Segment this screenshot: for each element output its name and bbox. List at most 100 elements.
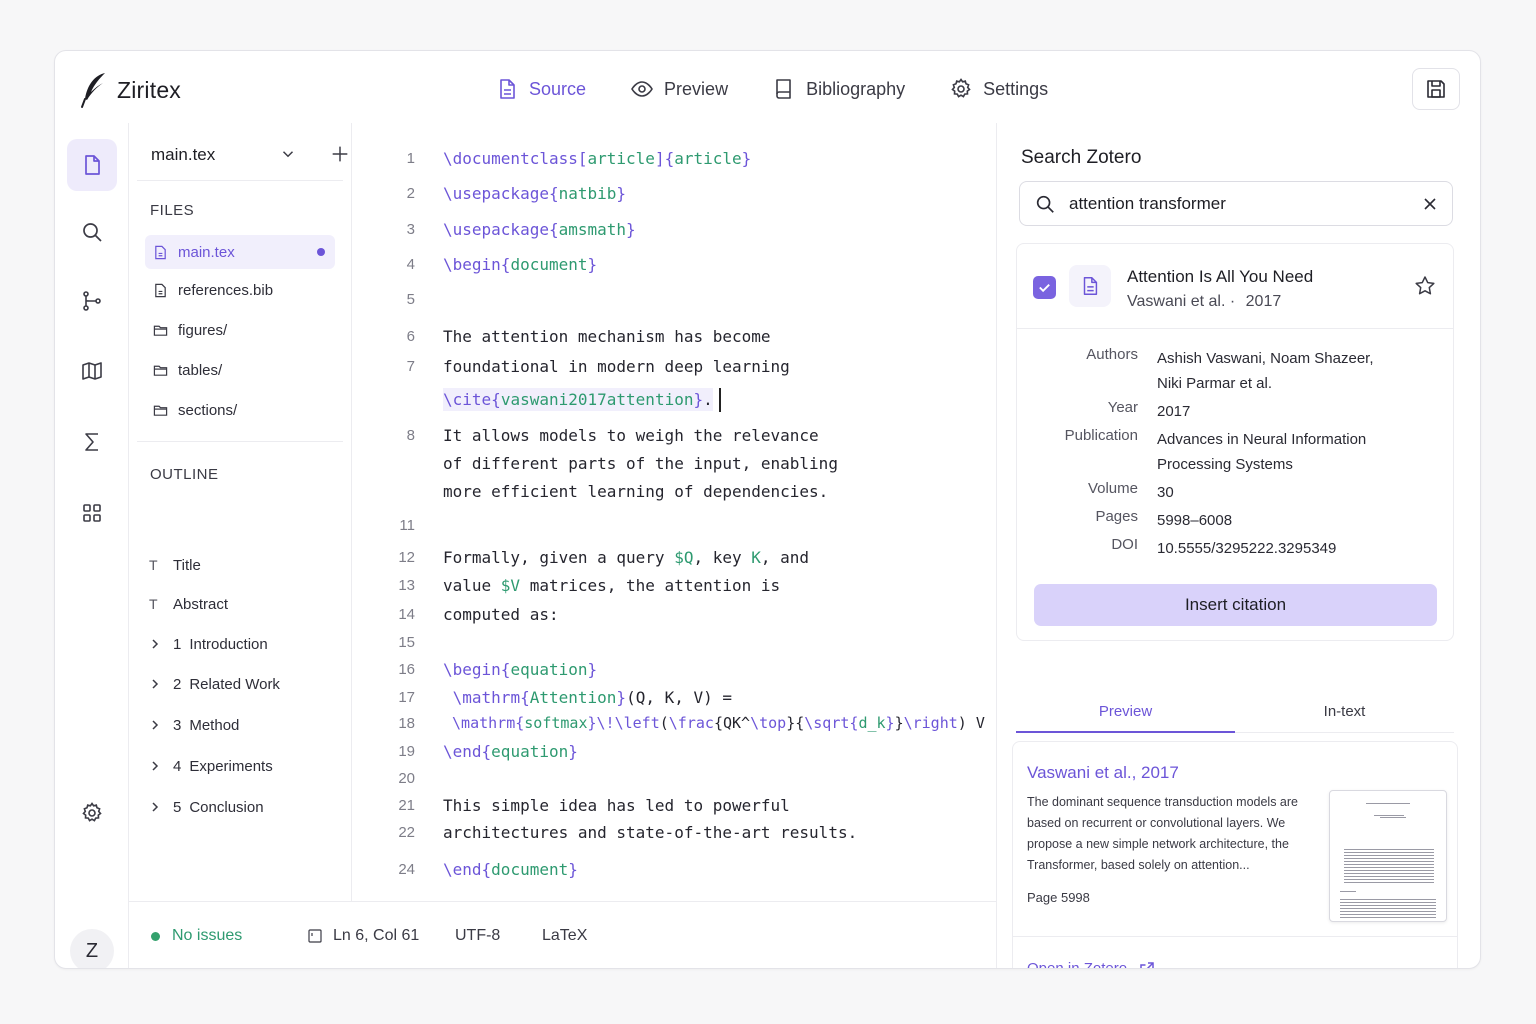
status-bar: No issues Ln 6, Col 61 UTF-8 LaTeX: [129, 901, 996, 968]
outline-type-marker: T: [149, 596, 158, 612]
code-line[interactable]: \begin{document}: [443, 255, 597, 274]
tab-label: Preview: [664, 78, 729, 99]
avatar[interactable]: Z: [70, 929, 114, 968]
files-icon: [85, 155, 100, 175]
rail-map-button[interactable]: [67, 345, 117, 397]
file-item-main-tex[interactable]: main.tex: [145, 235, 335, 269]
result-checkbox[interactable]: [1033, 276, 1056, 299]
outline-item-method[interactable]: 3 Method: [149, 712, 239, 738]
thumbnail-text-line: [1374, 815, 1404, 816]
zotero-search[interactable]: attention transformer: [1019, 181, 1453, 226]
add-file-icon[interactable]: [329, 143, 351, 165]
thumbnail-text-line: [1340, 917, 1436, 918]
file-item-sections[interactable]: sections/: [145, 393, 335, 427]
code-line[interactable]: Formally, given a query $Q, key K, and: [443, 548, 809, 567]
section-number: 3: [173, 716, 182, 734]
tab-in-text[interactable]: In-text: [1235, 701, 1454, 733]
thumbnail-text-line: [1344, 867, 1434, 868]
chevron-down-icon[interactable]: [279, 145, 297, 163]
outline-item-title[interactable]: T Title: [149, 552, 201, 578]
tab-bibliography[interactable]: Bibliography: [772, 73, 905, 105]
file-selector[interactable]: main.tex: [151, 141, 351, 169]
code-line[interactable]: \cite{vaswani2017attention}.: [443, 387, 721, 412]
divider: [137, 180, 343, 181]
code-editor[interactable]: 1 \documentclass[article]{article} 2 \usepa…: [353, 123, 995, 901]
rail-search-button[interactable]: [67, 206, 117, 258]
top-bar: Ziritex Source Preview Bibliography Sett…: [55, 51, 1480, 123]
app-window: Ziritex Source Preview Bibliography Sett…: [54, 50, 1481, 969]
tab-preview[interactable]: Preview: [630, 73, 728, 105]
star-icon[interactable]: [1413, 274, 1437, 298]
code-line[interactable]: \usepackage{amsmath}: [443, 220, 636, 239]
outline-item-introduction[interactable]: 1 Introduction: [149, 631, 268, 657]
chevron-right-icon[interactable]: [149, 678, 161, 690]
issues-status[interactable]: No issues: [151, 927, 242, 945]
code-line[interactable]: \end{document}: [443, 860, 578, 879]
tab-settings[interactable]: Settings: [949, 73, 1048, 105]
code-line[interactable]: computed as:: [443, 605, 559, 624]
chevron-right-icon[interactable]: [149, 638, 161, 650]
code-line[interactable]: \mathrm{Attention}(Q, K, V) =: [443, 688, 732, 707]
chevron-right-icon[interactable]: [149, 801, 161, 813]
search-input[interactable]: attention transformer: [1069, 194, 1226, 214]
rail-files-button[interactable]: [67, 139, 117, 191]
insert-citation-button[interactable]: Insert citation: [1034, 584, 1437, 626]
code-line[interactable]: \documentclass[article]{article}: [443, 149, 751, 168]
result-year: 2017: [1245, 293, 1282, 310]
rail-git-button[interactable]: [67, 275, 117, 327]
paper-thumbnail[interactable]: [1329, 790, 1447, 922]
rail-math-button[interactable]: [67, 416, 117, 468]
section-number: 4: [173, 757, 182, 775]
code-line[interactable]: foundational in modern deep learning: [443, 357, 790, 376]
outline-label: Introduction: [189, 635, 268, 653]
preview-citation[interactable]: Vaswani et al., 2017: [1027, 763, 1179, 783]
grid-icon: [83, 504, 101, 522]
code-line[interactable]: \usepackage{natbib}: [443, 184, 626, 203]
file-item-figures[interactable]: figures/: [145, 313, 335, 347]
thumbnail-text-line: [1340, 911, 1436, 912]
line-number: 16: [398, 661, 415, 678]
line-number: 3: [406, 221, 415, 238]
rail-settings-button[interactable]: [67, 787, 117, 839]
line-number: 11: [399, 517, 415, 534]
line-number: 22: [398, 824, 415, 841]
outline-item-related-work[interactable]: 2 Related Work: [149, 671, 280, 697]
code-line[interactable]: \mathrm{softmax}\!\left(\frac{QK^\top}{\…: [443, 714, 985, 732]
save-button[interactable]: [1412, 68, 1460, 110]
code-line[interactable]: of different parts of the input, enablin…: [443, 454, 838, 473]
chevron-right-icon[interactable]: [149, 719, 161, 731]
code-line[interactable]: \end{equation}: [443, 742, 578, 761]
code-line[interactable]: value $V matrices, the attention is: [443, 576, 780, 595]
code-line[interactable]: more efficient learning of dependencies.: [443, 482, 828, 501]
quill-logo-icon: [81, 73, 105, 108]
file-item-tables[interactable]: tables/: [145, 353, 335, 387]
file-name: references.bib: [178, 281, 274, 299]
cursor-position[interactable]: Ln 6, Col 61: [307, 927, 419, 945]
rail-apps-button[interactable]: [67, 487, 117, 539]
tab-label: Source: [529, 78, 587, 99]
section-number: 1: [173, 635, 182, 653]
clear-icon[interactable]: [1422, 196, 1438, 212]
chevron-right-icon[interactable]: [149, 760, 161, 772]
line-number: 24: [398, 861, 415, 878]
code-line[interactable]: The attention mechanism has become: [443, 327, 771, 346]
file-item-references-bib[interactable]: references.bib: [145, 273, 335, 307]
code-line[interactable]: \begin{equation}: [443, 660, 597, 679]
line-number: 19: [398, 743, 415, 760]
code-line[interactable]: architectures and state-of-the-art resul…: [443, 823, 857, 842]
sigma-icon: [85, 433, 98, 451]
encoding-label[interactable]: UTF-8: [455, 927, 500, 945]
outline-item-experiments[interactable]: 4 Experiments: [149, 753, 273, 779]
code-line[interactable]: This simple idea has led to powerful: [443, 796, 790, 815]
citation-preview-card: Vaswani et al., 2017 The dominant sequen…: [1012, 741, 1458, 968]
open-in-zotero-link[interactable]: Open in Zotero: [1027, 960, 1155, 968]
code-line[interactable]: It allows models to weigh the relevance: [443, 426, 819, 445]
outline-item-conclusion[interactable]: 5 Conclusion: [149, 794, 264, 820]
line-number: 20: [398, 770, 415, 787]
thumbnail-text-line: [1344, 870, 1434, 871]
tab-preview-citation[interactable]: Preview: [1016, 701, 1235, 733]
language-label[interactable]: LaTeX: [542, 927, 587, 945]
result-header[interactable]: Attention Is All You Need Vaswani et al.…: [1017, 244, 1453, 329]
outline-item-abstract[interactable]: T Abstract: [149, 591, 228, 617]
tab-source[interactable]: Source: [495, 73, 586, 105]
